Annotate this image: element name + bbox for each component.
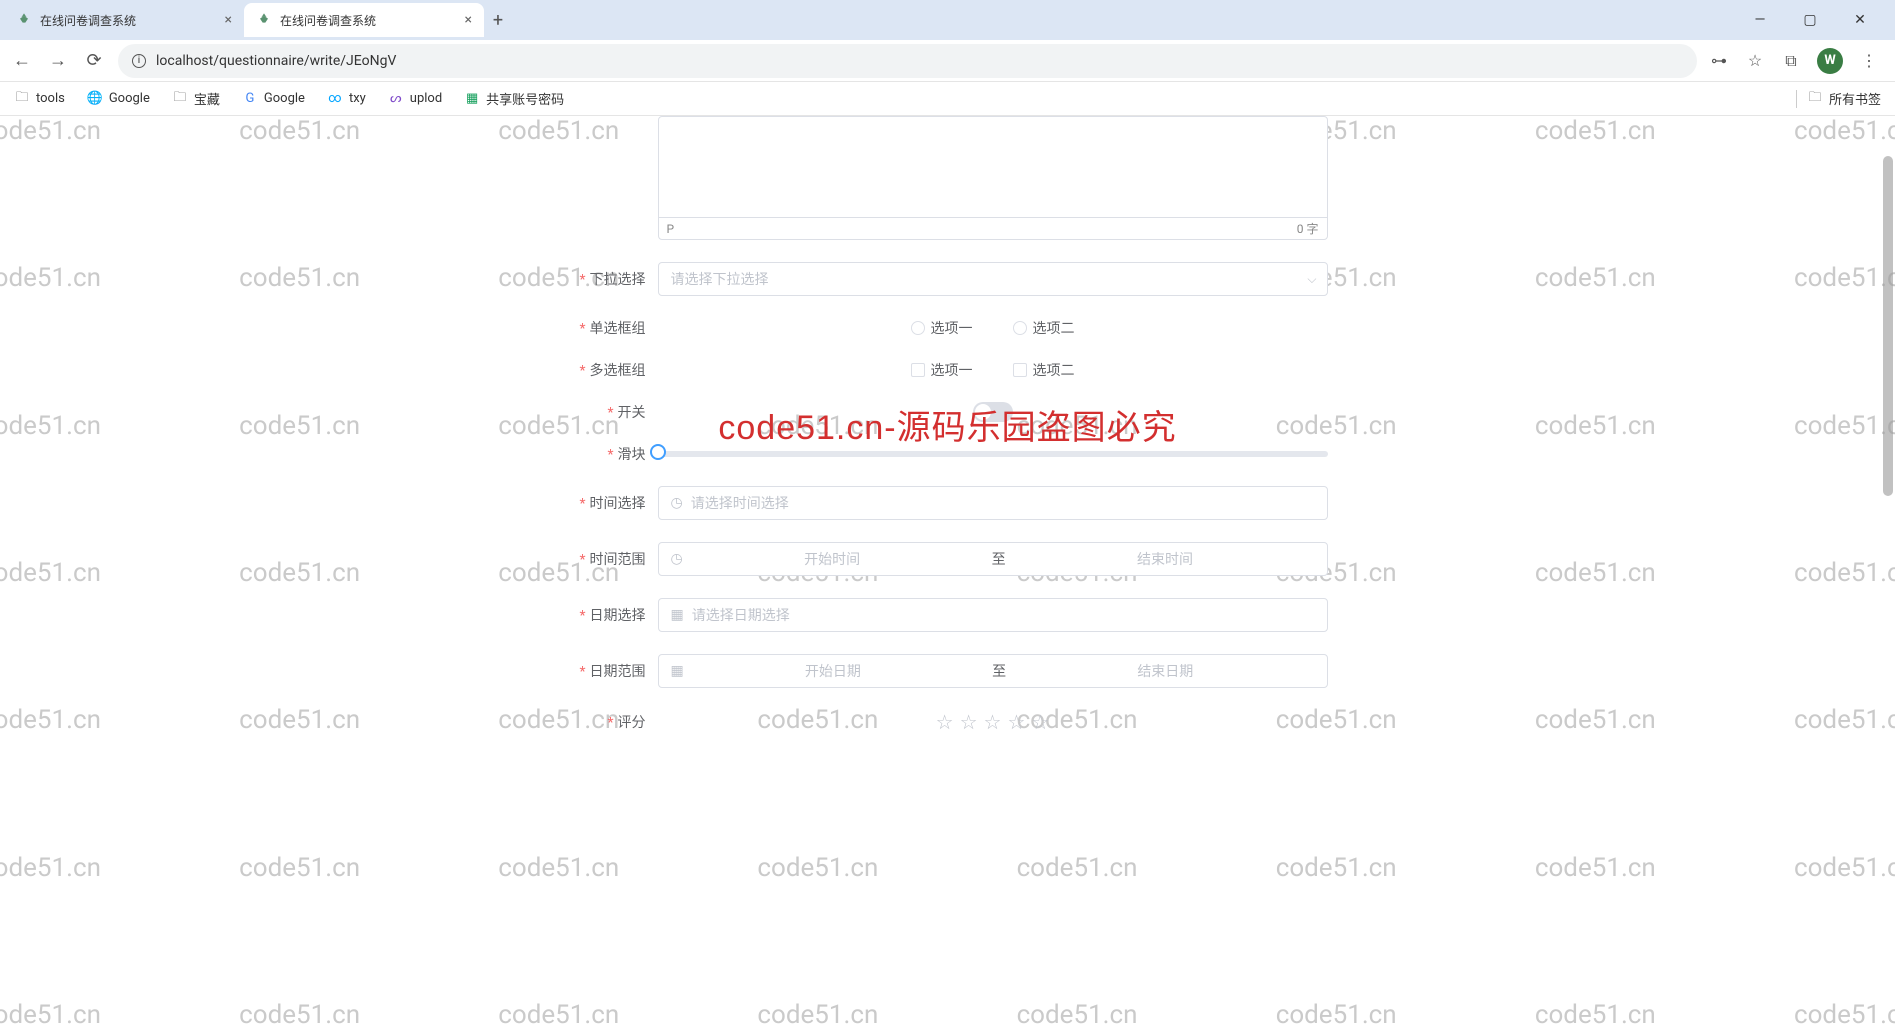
checkbox-group: 选项一 选项二 xyxy=(658,360,1328,380)
editor-body[interactable] xyxy=(659,117,1327,217)
menu-icon[interactable]: ⋮ xyxy=(1859,51,1879,71)
slider-track[interactable] xyxy=(658,451,1328,457)
globe-icon: 🌐 xyxy=(87,91,103,107)
folder-icon: 🗀 xyxy=(1807,91,1823,107)
all-bookmarks[interactable]: 🗀所有书签 xyxy=(1807,89,1881,108)
editor-path: P xyxy=(667,222,675,236)
bookmark-tools[interactable]: 🗀tools xyxy=(14,91,65,107)
date-picker[interactable]: ▦ 请选择日期选择 xyxy=(658,598,1328,632)
calendar-icon: ▦ xyxy=(671,663,684,679)
dropdown-label: *下拉选择 xyxy=(568,269,658,289)
radio-option-2[interactable]: 选项二 xyxy=(1013,318,1075,338)
star-icon[interactable]: ☆ xyxy=(1745,51,1765,71)
back-button[interactable]: ← xyxy=(10,49,34,73)
checkbox-option-1[interactable]: 选项一 xyxy=(911,360,973,380)
chevron-down-icon: ⌵ xyxy=(1307,272,1316,287)
key-icon[interactable]: ⊶ xyxy=(1709,51,1729,71)
checkbox-icon xyxy=(1013,363,1027,377)
clock-icon: ◷ xyxy=(671,495,683,511)
date-range-label: *日期范围 xyxy=(568,661,658,681)
switch-toggle[interactable] xyxy=(973,402,1013,422)
extension-icon[interactable]: ⧉ xyxy=(1781,51,1801,71)
folder-icon: 🗀 xyxy=(14,91,30,107)
info-icon[interactable]: i xyxy=(132,54,146,68)
tab-title: 在线问卷调查系统 xyxy=(280,12,457,29)
url-input[interactable]: i localhost/questionnaire/write/JEoNgV xyxy=(118,44,1697,78)
bookmark-google-g[interactable]: GGoogle xyxy=(242,91,305,107)
bookmarks-bar: 🗀tools 🌐Google 🗀宝藏 GGoogle ∞txy ᔕuplod ▦… xyxy=(0,82,1895,116)
radio-icon xyxy=(911,321,925,335)
time-pick-label: *时间选择 xyxy=(568,493,658,513)
radio-icon xyxy=(1013,321,1027,335)
cloud-icon: ∞ xyxy=(327,91,343,107)
maximize-button[interactable]: ▢ xyxy=(1795,5,1825,35)
star-4[interactable]: ☆ xyxy=(1007,710,1025,734)
bookmark-shared[interactable]: ▦共享账号密码 xyxy=(464,89,564,108)
questionnaire-form: P 0 字 *下拉选择 请选择下拉选择 ⌵ *单选框组 选项一 选项二 xyxy=(568,116,1328,734)
profile-avatar[interactable]: W xyxy=(1817,48,1843,74)
rating-stars: ☆ ☆ ☆ ☆ ☆ xyxy=(658,710,1328,734)
reload-button[interactable]: ⟳ xyxy=(82,49,106,73)
close-icon[interactable]: × xyxy=(225,12,232,28)
google-icon: G xyxy=(242,91,258,107)
clock-icon: ◷ xyxy=(671,551,683,567)
star-3[interactable]: ☆ xyxy=(984,710,1002,734)
tab-active[interactable]: 在线问卷调查系统 × xyxy=(244,3,484,37)
checkbox-option-2[interactable]: 选项二 xyxy=(1013,360,1075,380)
dropdown-select[interactable]: 请选择下拉选择 ⌵ xyxy=(658,262,1328,296)
checkbox-icon xyxy=(911,363,925,377)
close-button[interactable]: ✕ xyxy=(1845,5,1875,35)
editor-status: P 0 字 xyxy=(659,217,1327,239)
time-picker[interactable]: ◷ 请选择时间选择 xyxy=(658,486,1328,520)
slider-label: *滑块 xyxy=(568,444,658,464)
checkbox-label: *多选框组 xyxy=(568,360,658,380)
new-tab-button[interactable]: + xyxy=(484,6,512,34)
time-range-picker[interactable]: ◷ 开始时间 至 结束时间 xyxy=(658,542,1328,576)
window-controls: — ▢ ✕ xyxy=(1745,5,1891,35)
browser-tabstrip: 在线问卷调查系统 × 在线问卷调查系统 × + — ▢ ✕ xyxy=(0,0,1895,40)
upload-icon: ᔕ xyxy=(388,91,404,107)
tab-title: 在线问卷调查系统 xyxy=(40,12,217,29)
star-5[interactable]: ☆ xyxy=(1031,710,1049,734)
address-bar: ← → ⟳ i localhost/questionnaire/write/JE… xyxy=(0,40,1895,82)
star-1[interactable]: ☆ xyxy=(936,710,954,734)
bookmark-txy[interactable]: ∞txy xyxy=(327,91,366,107)
folder-icon: 🗀 xyxy=(172,91,188,107)
switch-label: *开关 xyxy=(568,402,658,422)
leaf-icon xyxy=(16,12,32,28)
char-count: 0 字 xyxy=(1297,220,1319,237)
date-pick-label: *日期选择 xyxy=(568,605,658,625)
radio-label: *单选框组 xyxy=(568,318,658,338)
page-content: P 0 字 *下拉选择 请选择下拉选择 ⌵ *单选框组 选项一 选项二 xyxy=(0,116,1895,1030)
rate-label: *评分 xyxy=(568,712,658,732)
bookmark-uplod[interactable]: ᔕuplod xyxy=(388,91,442,107)
tab-inactive[interactable]: 在线问卷调查系统 × xyxy=(4,3,244,37)
rich-text-editor[interactable]: P 0 字 xyxy=(658,116,1328,240)
leaf-icon xyxy=(256,12,272,28)
radio-option-1[interactable]: 选项一 xyxy=(911,318,973,338)
bookmark-treasure[interactable]: 🗀宝藏 xyxy=(172,89,220,108)
close-icon[interactable]: × xyxy=(465,12,472,28)
url-text: localhost/questionnaire/write/JEoNgV xyxy=(156,53,396,69)
minimize-button[interactable]: — xyxy=(1745,5,1775,35)
sheets-icon: ▦ xyxy=(464,91,480,107)
switch-knob xyxy=(975,404,991,420)
slider-handle[interactable] xyxy=(650,444,666,460)
calendar-icon: ▦ xyxy=(671,607,684,623)
star-2[interactable]: ☆ xyxy=(960,710,978,734)
forward-button[interactable]: → xyxy=(46,49,70,73)
bookmark-google[interactable]: 🌐Google xyxy=(87,91,150,107)
radio-group: 选项一 选项二 xyxy=(658,318,1328,338)
divider xyxy=(1796,90,1797,108)
time-range-label: *时间范围 xyxy=(568,549,658,569)
date-range-picker[interactable]: ▦ 开始日期 至 结束日期 xyxy=(658,654,1328,688)
